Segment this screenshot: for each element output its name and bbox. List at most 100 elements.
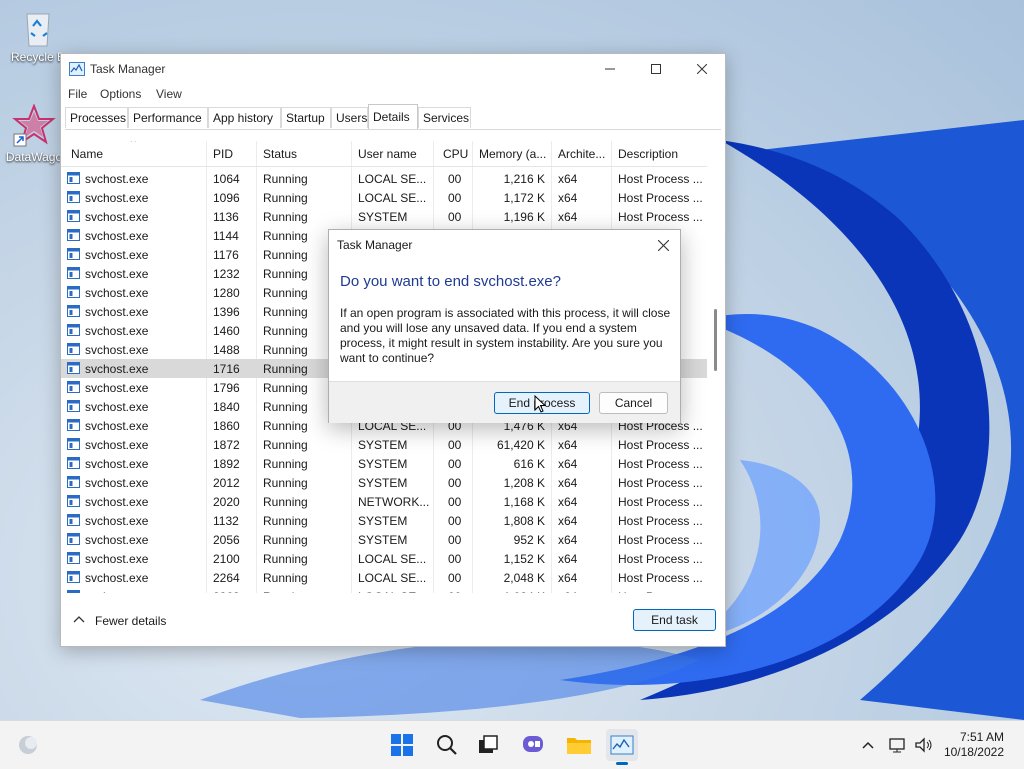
file-explorer-icon[interactable] <box>563 729 595 761</box>
cell-user-name: LOCAL SE... <box>358 172 427 186</box>
dialog-title: Task Manager <box>337 238 413 252</box>
table-row[interactable]: svchost.exe 2012 Running SYSTEM 00 1,208 K x64… <box>61 473 707 492</box>
minimize-button[interactable] <box>587 54 633 84</box>
tab-performance[interactable]: Performance <box>128 107 208 128</box>
table-row[interactable]: svchost.exe 2020 Running NETWORK... 00 1,168 … <box>61 492 707 511</box>
table-row[interactable]: svchost.exe 2368 Running LOCAL SE... 00 1,024… <box>61 587 707 593</box>
cell-pid: 1280 <box>213 286 240 300</box>
cell-name: svchost.exe <box>85 438 149 452</box>
cell-user-name: LOCAL SE... <box>358 191 427 205</box>
cell-cpu: 00 <box>448 172 462 186</box>
network-icon[interactable] <box>884 729 912 761</box>
end-task-button[interactable]: End task <box>633 609 716 631</box>
cell-architecture: x64 <box>558 571 578 585</box>
cell-name: svchost.exe <box>85 324 149 338</box>
search-icon[interactable] <box>431 729 463 761</box>
table-row[interactable]: svchost.exe 1872 Running SYSTEM 00 61,420 K x6… <box>61 435 707 454</box>
cell-pid: 1840 <box>213 400 240 414</box>
column-header-name[interactable]: Name <box>71 147 103 161</box>
scrollbar-thumb[interactable] <box>714 309 717 371</box>
cell-architecture: x64 <box>558 191 578 205</box>
dialog-button-bar: End process Cancel <box>329 381 680 423</box>
tab-details[interactable]: Details <box>368 104 418 129</box>
cell-name: svchost.exe <box>85 305 149 319</box>
menu-view[interactable]: View <box>156 87 182 101</box>
show-hidden-icons-chevron-icon[interactable] <box>856 729 880 761</box>
start-icon[interactable] <box>386 729 418 761</box>
cell-status: Running <box>263 400 308 414</box>
cell-memory: 1,024 K <box>504 590 545 593</box>
table-row[interactable]: svchost.exe 2264 Running LOCAL SE... 00 2,048… <box>61 568 707 587</box>
column-header-description[interactable]: Description <box>618 147 678 161</box>
cell-name: svchost.exe <box>85 495 149 509</box>
cell-status: Running <box>263 267 308 281</box>
cell-architecture: x64 <box>558 438 578 452</box>
task-manager-taskbar-icon[interactable] <box>606 729 638 765</box>
table-row[interactable]: svchost.exe 1136 Running SYSTEM 00 1,196 K x64… <box>61 207 707 226</box>
tab-startup[interactable]: Startup <box>281 107 331 128</box>
system-clock[interactable]: 7:51 AM 10/18/2022 <box>944 730 1004 760</box>
cell-architecture: x64 <box>558 590 577 593</box>
cell-name: svchost.exe <box>85 210 149 224</box>
cell-pid: 1892 <box>213 457 240 471</box>
vertical-scrollbar[interactable] <box>707 141 723 593</box>
process-icon <box>67 305 80 317</box>
cell-architecture: x64 <box>558 210 578 224</box>
column-header-user-name[interactable]: User name <box>358 147 417 161</box>
fewer-details-chevron-icon[interactable] <box>73 614 85 628</box>
tab-users[interactable]: Users <box>331 107 368 128</box>
process-icon <box>67 210 80 222</box>
cell-status: Running <box>263 248 308 262</box>
cell-description: Host Process ... <box>618 533 703 547</box>
process-icon <box>67 324 80 336</box>
table-row[interactable]: svchost.exe 1892 Running SYSTEM 00 616 K x64 Ho… <box>61 454 707 473</box>
window-title: Task Manager <box>90 62 166 76</box>
column-header-status[interactable]: Status <box>263 147 297 161</box>
menu-file[interactable]: File <box>68 87 87 101</box>
table-row[interactable]: svchost.exe 2056 Running SYSTEM 00 952 K x64 Ho… <box>61 530 707 549</box>
dialog-close-button[interactable] <box>652 234 674 256</box>
volume-icon[interactable] <box>910 729 938 761</box>
tab-services[interactable]: Services <box>418 107 471 128</box>
fewer-details-link[interactable]: Fewer details <box>95 614 166 628</box>
cell-status: Running <box>263 438 308 452</box>
cancel-button[interactable]: Cancel <box>599 392 668 414</box>
maximize-button[interactable] <box>633 54 679 84</box>
table-row[interactable]: svchost.exe 1132 Running SYSTEM 00 1,808 K x64… <box>61 511 707 530</box>
column-header-memory[interactable]: Memory (a... <box>479 147 546 161</box>
process-icon <box>67 514 80 526</box>
cell-memory: 1,808 K <box>503 514 545 528</box>
table-row[interactable]: svchost.exe 1064 Running LOCAL SE... 00 1,216… <box>61 169 707 188</box>
table-row[interactable]: svchost.exe 1096 Running LOCAL SE... 00 1,172… <box>61 188 707 207</box>
process-icon <box>67 229 80 241</box>
title-bar[interactable]: Task Manager <box>61 54 725 84</box>
cell-pid: 1136 <box>213 210 239 224</box>
cell-name: svchost.exe <box>85 590 148 593</box>
cell-architecture: x64 <box>558 514 578 528</box>
cell-pid: 2020 <box>213 495 240 509</box>
cell-pid: 1096 <box>213 191 240 205</box>
cell-status: Running <box>263 210 308 224</box>
task-view-icon[interactable] <box>472 729 504 761</box>
cell-name: svchost.exe <box>85 552 149 566</box>
tab-processes[interactable]: Processes <box>65 107 128 128</box>
cell-cpu: 00 <box>448 457 462 471</box>
column-header-architecture[interactable]: Archite... <box>558 147 605 161</box>
column-header-cpu[interactable]: CPU <box>443 147 468 161</box>
table-row[interactable]: svchost.exe 2100 Running LOCAL SE... 00 1,152… <box>61 549 707 568</box>
chat-icon[interactable] <box>518 729 550 761</box>
column-header-pid[interactable]: PID <box>213 147 233 161</box>
cell-pid: 1144 <box>213 229 239 243</box>
cell-name: svchost.exe <box>85 362 149 376</box>
cell-status: Running <box>263 324 308 338</box>
cell-name: svchost.exe <box>85 248 149 262</box>
cell-architecture: x64 <box>558 172 578 186</box>
cell-description: Host Process ... <box>618 495 703 509</box>
widgets-icon[interactable] <box>12 729 44 761</box>
cell-pid: 1488 <box>213 343 240 357</box>
tab-app-history[interactable]: App history <box>208 107 281 128</box>
cell-name: svchost.exe <box>85 571 149 585</box>
process-icon <box>67 457 80 469</box>
menu-options[interactable]: Options <box>100 87 141 101</box>
close-button[interactable] <box>679 54 725 84</box>
